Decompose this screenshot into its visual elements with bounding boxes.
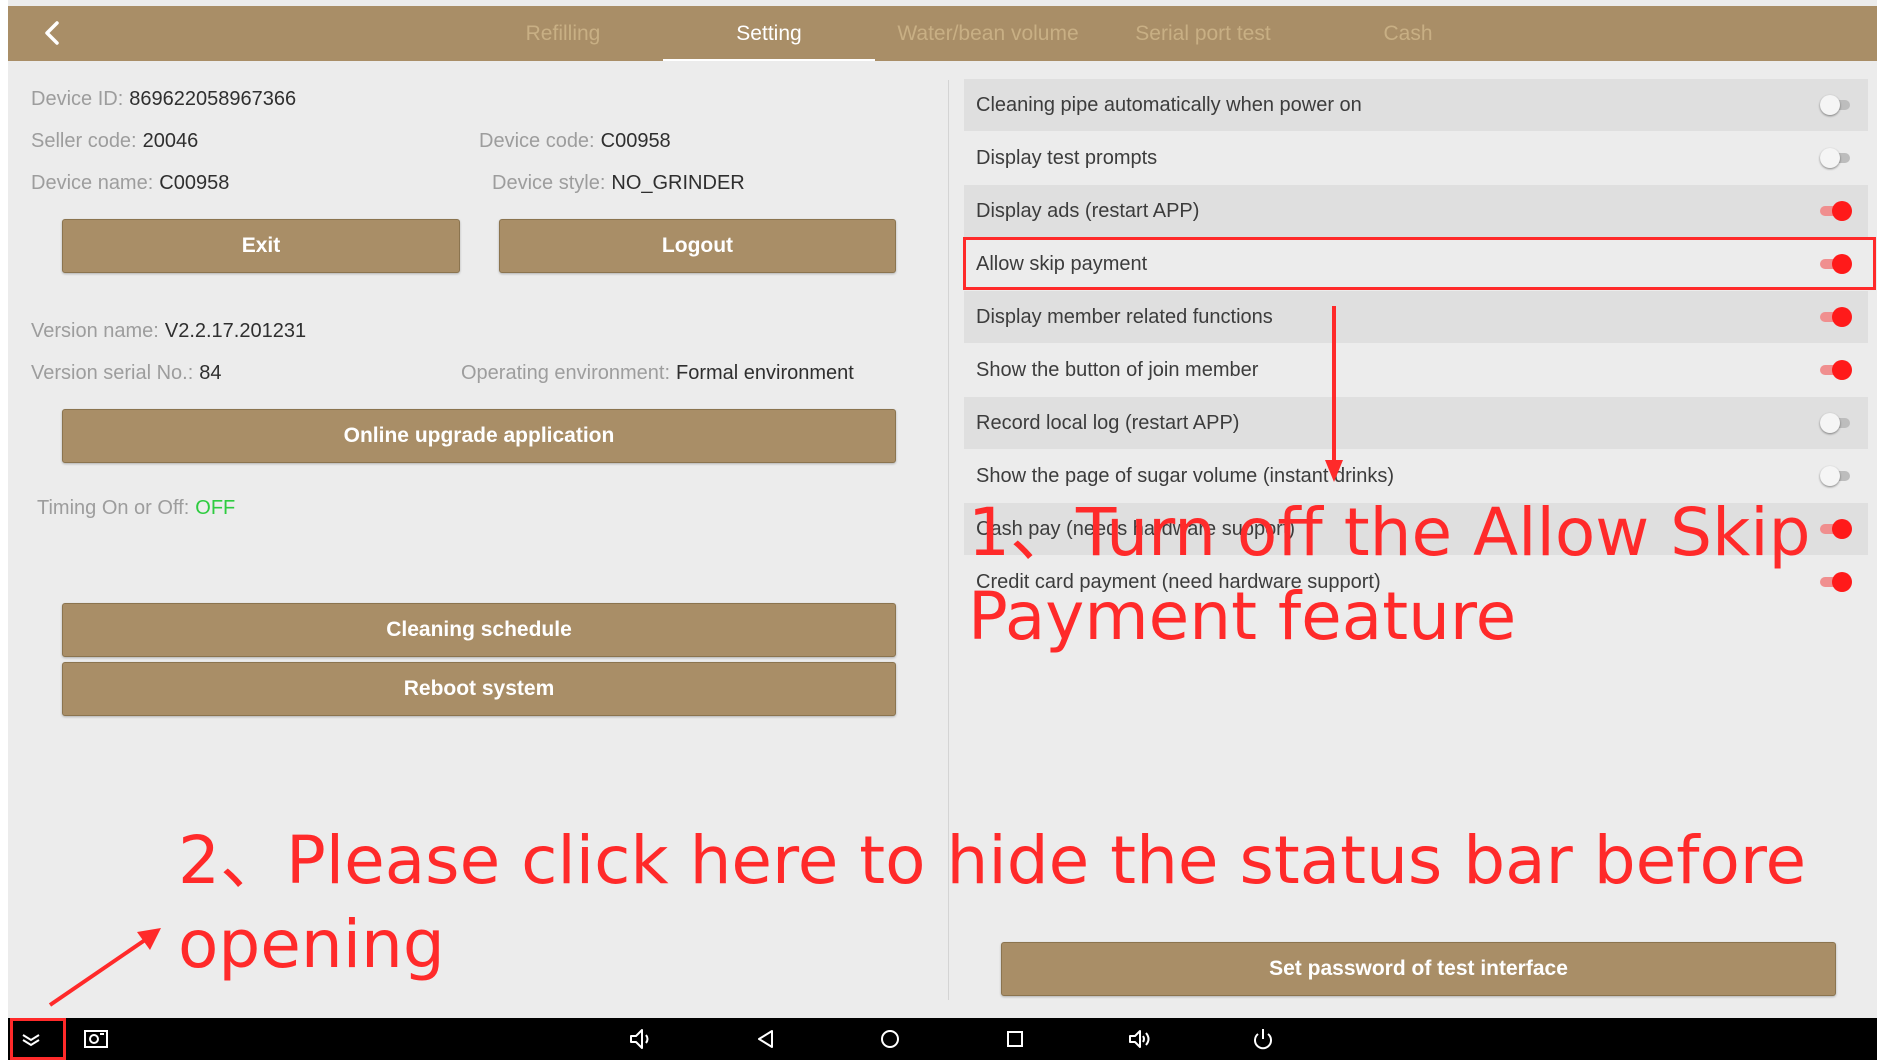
system-navigation-bar	[8, 1018, 1877, 1060]
setting-row-cleaning-pipe: Cleaning pipe automatically when power o…	[964, 79, 1868, 131]
operating-environment-label: Operating environment:	[461, 362, 671, 384]
operating-environment-value: Formal environment	[676, 362, 854, 384]
tab-water-bean-volume[interactable]: Water/bean volume	[888, 6, 1088, 61]
toggle-switch[interactable]	[1820, 572, 1852, 592]
device-style-row: Device style: NO_GRINDER	[492, 172, 745, 195]
setting-label: Record local log (restart APP)	[976, 412, 1240, 434]
toggle-switch[interactable]	[1820, 466, 1850, 486]
version-serial-value: 84	[199, 362, 222, 384]
recents-icon[interactable]	[1002, 1026, 1028, 1052]
setting-row-test-prompts: Display test prompts	[964, 132, 1868, 184]
setting-label: Display test prompts	[976, 147, 1158, 169]
active-tab-indicator	[663, 59, 875, 61]
seller-code-value: 20046	[142, 130, 199, 152]
device-id-value: 869622058967366	[129, 88, 297, 110]
version-serial-label: Version serial No.:	[31, 362, 194, 384]
seller-code-row: Seller code: 20046	[31, 130, 198, 153]
timing-label: Timing On or Off:	[37, 497, 190, 519]
device-code-label: Device code:	[479, 130, 595, 152]
setting-row-local-log: Record local log (restart APP)	[964, 397, 1868, 449]
annotation-step1-line1: 1、Turn off the Allow Skip	[968, 494, 1811, 571]
device-name-value: C00958	[159, 172, 230, 194]
operating-environment-row: Operating environment: Formal environment	[461, 362, 854, 385]
top-bar: Refilling Setting Water/bean volume Seri…	[8, 6, 1877, 61]
screenshot-icon[interactable]	[83, 1026, 109, 1052]
reboot-system-button[interactable]: Reboot system	[62, 662, 896, 716]
device-style-label: Device style:	[492, 172, 606, 194]
annotation-step1-line2: Payment feature	[968, 578, 1517, 655]
version-name-row: Version name: V2.2.17.201231	[31, 320, 306, 343]
setting-label: Cleaning pipe automatically when power o…	[976, 94, 1362, 116]
back-icon[interactable]	[753, 1026, 779, 1052]
version-name-label: Version name:	[31, 320, 159, 342]
toggle-switch[interactable]	[1820, 307, 1852, 327]
toggle-switch[interactable]	[1820, 360, 1852, 380]
back-arrow-icon[interactable]	[36, 16, 70, 50]
setting-label: Display member related functions	[976, 306, 1273, 328]
logout-button[interactable]: Logout	[499, 219, 896, 273]
set-password-button[interactable]: Set password of test interface	[1001, 942, 1836, 996]
device-name-label: Device name:	[31, 172, 154, 194]
exit-button[interactable]: Exit	[62, 219, 460, 273]
timing-row: Timing On or Off: OFF	[37, 497, 235, 520]
device-id-row: Device ID: 869622058967366	[31, 88, 296, 111]
setting-row-display-ads: Display ads (restart APP)	[964, 185, 1868, 237]
device-id-label: Device ID:	[31, 88, 124, 110]
tab-cash[interactable]: Cash	[1348, 6, 1468, 61]
tab-serial-port-test[interactable]: Serial port test	[1113, 6, 1293, 61]
version-name-value: V2.2.17.201231	[164, 320, 307, 342]
toggle-switch[interactable]	[1820, 413, 1850, 433]
setting-label: Show the button of join member	[976, 359, 1259, 381]
annotation-step2-line2: opening	[178, 906, 445, 983]
highlight-box-allow-skip	[963, 237, 1876, 290]
power-icon[interactable]	[1250, 1026, 1276, 1052]
volume-up-icon[interactable]	[1127, 1026, 1153, 1052]
device-code-row: Device code: C00958	[479, 130, 671, 153]
setting-row-member-functions: Display member related functions	[964, 291, 1868, 343]
toggle-switch[interactable]	[1820, 148, 1850, 168]
device-style-value: NO_GRINDER	[611, 172, 745, 194]
volume-down-icon[interactable]	[627, 1026, 653, 1052]
tab-setting[interactable]: Setting	[663, 6, 875, 61]
online-upgrade-button[interactable]: Online upgrade application	[62, 409, 896, 463]
device-name-row: Device name: C00958	[31, 172, 229, 195]
cleaning-schedule-button[interactable]: Cleaning schedule	[62, 603, 896, 657]
version-serial-row: Version serial No.: 84	[31, 362, 222, 385]
annotation-step2-line1: 2、Please click here to hide the status b…	[178, 822, 1807, 899]
home-icon[interactable]	[877, 1026, 903, 1052]
seller-code-label: Seller code:	[31, 130, 137, 152]
toggle-switch[interactable]	[1820, 95, 1850, 115]
timing-value: OFF	[195, 497, 236, 519]
tab-refilling[interactable]: Refilling	[488, 6, 638, 61]
toggle-switch[interactable]	[1820, 519, 1852, 539]
setting-row-join-member: Show the button of join member	[964, 344, 1868, 396]
setting-label: Display ads (restart APP)	[976, 200, 1200, 222]
device-code-value: C00958	[600, 130, 671, 152]
toggle-switch[interactable]	[1820, 201, 1852, 221]
highlight-box-hide-statusbar	[10, 1018, 66, 1060]
